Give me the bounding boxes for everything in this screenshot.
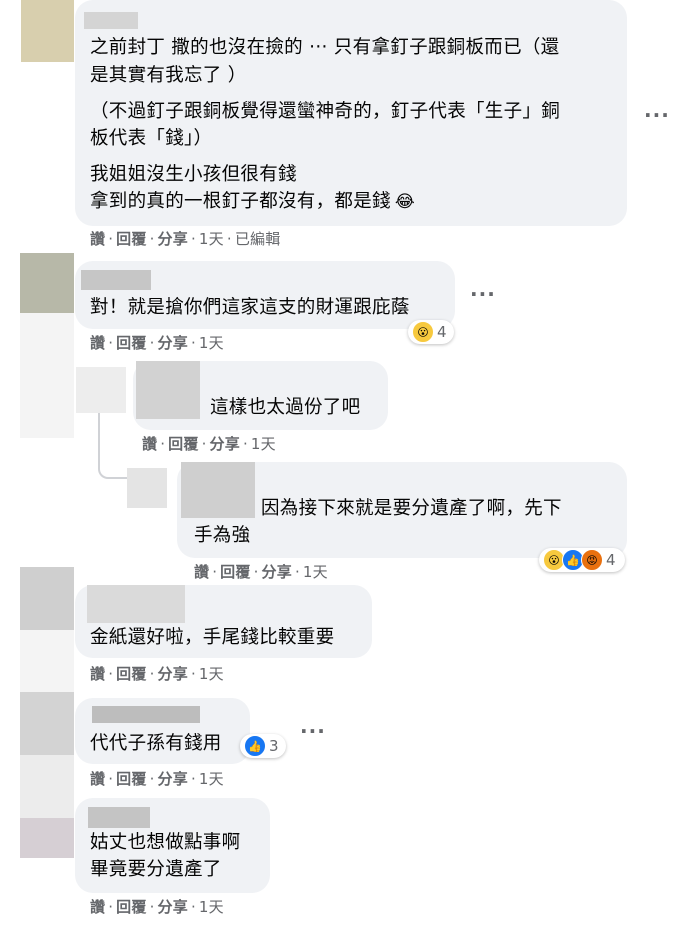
share-link[interactable]: 分享 xyxy=(210,435,240,453)
edited-label: 已編輯 xyxy=(234,230,281,248)
comment-text: 對！就是搶你們這家這支的財運跟庇蔭 xyxy=(90,297,410,318)
share-link[interactable]: 分享 xyxy=(158,334,188,352)
author-name-redacted[interactable] xyxy=(81,270,151,290)
comment-line: 板代表「錢」） xyxy=(90,128,213,149)
comment-line: 是其實有我忘了 ） xyxy=(90,65,247,86)
avatar[interactable] xyxy=(21,0,74,62)
comment-actions: 讚 · 回覆 · 分享 · 1天 xyxy=(90,770,224,788)
comment-line: 拿到的真的一根釘子都沒有，都是錢 😂 xyxy=(90,190,415,214)
avatar[interactable] xyxy=(20,692,74,755)
comment-line: 姑丈也想做點事啊 xyxy=(90,832,241,853)
comment-bubble: 金紙還好啦，手尾錢比較重要 xyxy=(75,585,372,658)
like-link[interactable]: 讚 xyxy=(90,898,105,916)
comment-text: 這樣也太過份了吧 xyxy=(210,397,361,418)
wow-reaction-icon: 😮 xyxy=(412,321,434,343)
thread-bg xyxy=(20,630,74,692)
like-link[interactable]: 讚 xyxy=(90,665,105,683)
comment-line: 之前封丁 撒的也沒在撿的 ··· 只有拿釘子跟銅板而已（還 xyxy=(90,37,560,58)
avatar[interactable] xyxy=(20,253,74,313)
comment-line: 畢竟要分遺產了 xyxy=(90,859,222,880)
comment-actions: 讚 · 回覆 · 分享 · 1天 xyxy=(194,563,328,581)
reaction-summary[interactable]: 👍 3 xyxy=(240,734,286,758)
author-name-redacted[interactable] xyxy=(136,361,200,419)
comment-line: 手為強 xyxy=(194,525,251,546)
comment-line: 我姐姐沒生小孩但很有錢 xyxy=(90,164,297,185)
reaction-summary[interactable]: 😮 4 xyxy=(408,320,454,344)
angry-reaction-icon: 😡 xyxy=(581,549,603,571)
comment-actions: 讚 · 回覆 · 分享 · 1天 xyxy=(90,334,224,352)
comment-text: 金紙還好啦，手尾錢比較重要 xyxy=(90,627,335,648)
share-link[interactable]: 分享 xyxy=(262,563,292,581)
reaction-count: 4 xyxy=(437,323,447,341)
thread-bg xyxy=(20,313,74,438)
share-link[interactable]: 分享 xyxy=(158,230,188,248)
like-link[interactable]: 讚 xyxy=(90,770,105,788)
comment-bubble: 這樣也太過份了吧 xyxy=(133,361,388,430)
comment-text: 代代子孫有錢用 xyxy=(90,733,222,754)
thread-bg xyxy=(20,755,74,818)
more-options-button[interactable]: ··· xyxy=(300,721,326,741)
comment-bubble: 對！就是搶你們這家這支的財運跟庇蔭 xyxy=(75,261,455,329)
comment-bubble: 因為接下來就是要分遺產了啊，先下 手為強 xyxy=(177,462,627,558)
like-reaction-icon: 👍 xyxy=(244,735,266,757)
comment-text: 之前封丁 撒的也沒在撿的 ··· 只有拿釘子跟銅板而已（還 是其實有我忘了 ） … xyxy=(90,36,620,216)
timestamp[interactable]: 1天 xyxy=(199,770,224,788)
comment-line: （不過釘子跟銅板覺得還蠻神奇的，釘子代表「生子」銅 xyxy=(90,101,561,122)
author-name-redacted[interactable] xyxy=(84,12,138,29)
avatar[interactable] xyxy=(20,818,74,858)
author-name-redacted[interactable] xyxy=(92,706,200,723)
comment-line: 因為接下來就是要分遺產了啊，先下 xyxy=(261,498,562,519)
timestamp[interactable]: 1天 xyxy=(199,898,224,916)
comment-actions: 讚 · 回覆 · 分享 · 1天 xyxy=(90,665,224,683)
comment-actions: 讚 · 回覆 · 分享 · 1天 xyxy=(142,435,276,453)
reply-link[interactable]: 回覆 xyxy=(116,230,146,248)
timestamp[interactable]: 1天 xyxy=(199,334,224,352)
comment-bubble: 之前封丁 撒的也沒在撿的 ··· 只有拿釘子跟銅板而已（還 是其實有我忘了 ） … xyxy=(75,0,627,226)
more-options-button[interactable]: ··· xyxy=(644,105,670,125)
share-link[interactable]: 分享 xyxy=(158,898,188,916)
comment-actions: 讚 · 回覆 · 分享 · 1天 · 已編輯 xyxy=(90,230,281,248)
comment-bubble: 代代子孫有錢用 xyxy=(75,698,250,764)
reply-link[interactable]: 回覆 xyxy=(220,563,250,581)
author-name-redacted[interactable] xyxy=(88,807,150,828)
avatar[interactable] xyxy=(127,468,167,508)
avatar[interactable] xyxy=(20,567,74,630)
like-link[interactable]: 讚 xyxy=(194,563,209,581)
avatar[interactable] xyxy=(76,367,126,413)
like-link[interactable]: 讚 xyxy=(90,334,105,352)
reply-link[interactable]: 回覆 xyxy=(116,898,146,916)
laughing-emoji-icon: 😂 xyxy=(394,192,415,212)
reply-link[interactable]: 回覆 xyxy=(116,665,146,683)
share-link[interactable]: 分享 xyxy=(158,770,188,788)
comment-line-text: 拿到的真的一根釘子都沒有，都是錢 xyxy=(90,191,391,212)
comment-bubble: 姑丈也想做點事啊 畢竟要分遺產了 xyxy=(75,798,270,893)
comment-actions: 讚 · 回覆 · 分享 · 1天 xyxy=(90,898,224,916)
more-options-button[interactable]: ··· xyxy=(470,284,496,304)
author-name-redacted[interactable] xyxy=(181,462,255,518)
timestamp[interactable]: 1天 xyxy=(303,563,328,581)
reply-link[interactable]: 回覆 xyxy=(168,435,198,453)
reaction-count: 4 xyxy=(606,551,616,569)
reply-link[interactable]: 回覆 xyxy=(116,334,146,352)
like-link[interactable]: 讚 xyxy=(90,230,105,248)
timestamp[interactable]: 1天 xyxy=(199,665,224,683)
reaction-summary[interactable]: 😮 👍 😡 4 xyxy=(539,548,625,572)
author-name-redacted[interactable] xyxy=(87,585,185,623)
timestamp[interactable]: 1天 xyxy=(199,230,224,248)
reaction-count: 3 xyxy=(269,737,279,755)
like-link[interactable]: 讚 xyxy=(142,435,157,453)
share-link[interactable]: 分享 xyxy=(158,665,188,683)
timestamp[interactable]: 1天 xyxy=(251,435,276,453)
reply-link[interactable]: 回覆 xyxy=(116,770,146,788)
